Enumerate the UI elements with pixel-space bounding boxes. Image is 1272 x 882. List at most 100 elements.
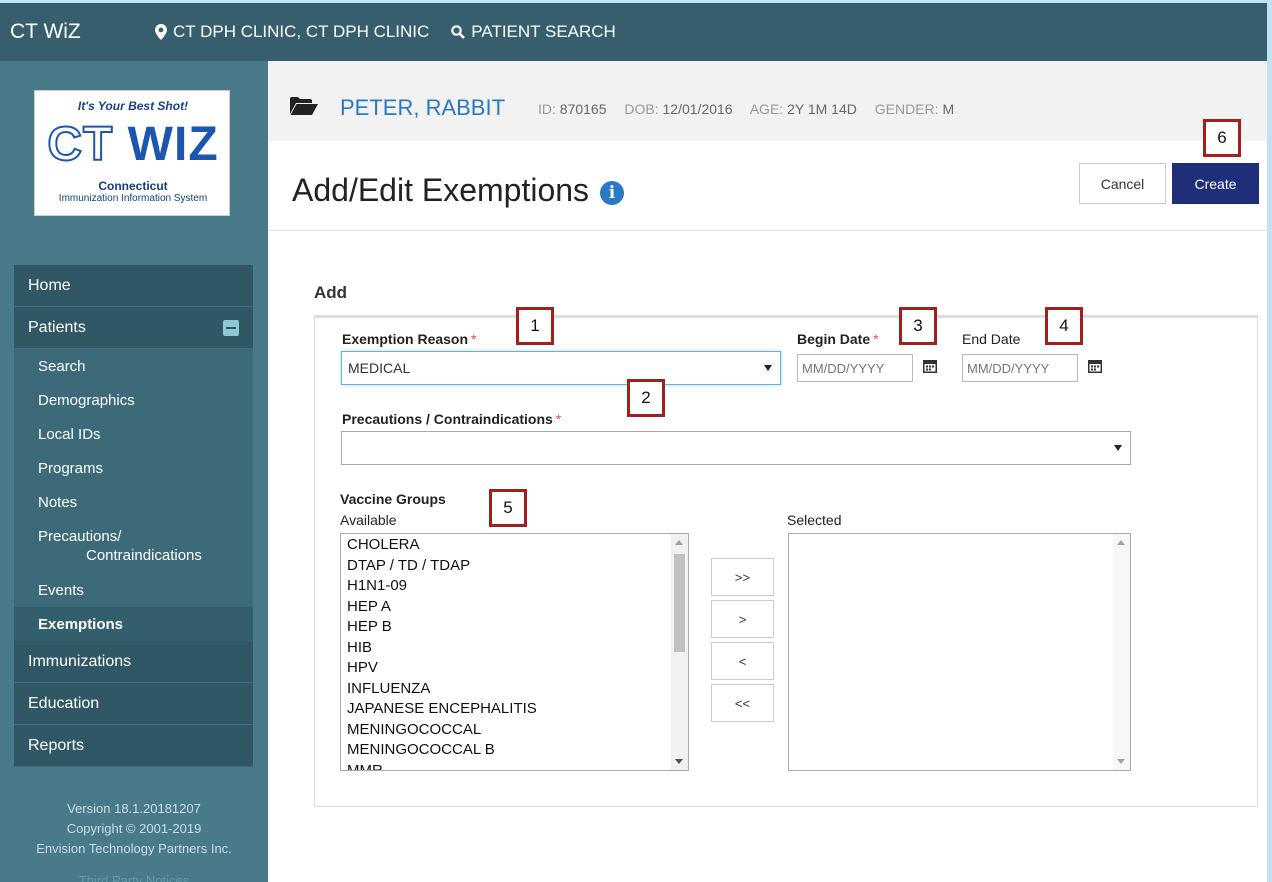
patient-age-label: AGE: — [749, 101, 784, 117]
copyright: Copyright © 2001-2019 — [66, 821, 202, 836]
map-marker-icon — [155, 24, 167, 40]
sidebar-item-label: Patients — [28, 318, 86, 336]
sidebar-item-search[interactable]: Search — [14, 349, 253, 383]
sidebar-item-notes[interactable]: Notes — [14, 485, 253, 519]
sidebar-item-label: Precautions/ — [38, 528, 122, 545]
scroll-down-icon[interactable] — [675, 759, 683, 764]
patient-meta: ID: 870165 DOB: 12/01/2016 AGE: 2Y 1M 14… — [538, 101, 968, 117]
list-item[interactable]: CHOLERA — [347, 535, 537, 556]
selected-vaccines-list[interactable] — [788, 533, 1131, 771]
sidebar: It's Your Best Shot! CT WIZ Connecticut … — [0, 61, 268, 882]
patient-id-label: ID: — [538, 101, 556, 117]
scroll-up-icon[interactable] — [1117, 540, 1125, 545]
app-brand[interactable]: CT WiZ — [10, 20, 155, 44]
available-scrollbar[interactable] — [671, 534, 688, 770]
clinic-name: CT DPH CLINIC, CT DPH CLINIC — [173, 22, 430, 41]
sidebar-item-local-ids[interactable]: Local IDs — [14, 417, 253, 451]
precautions-select[interactable] — [341, 431, 1131, 465]
scroll-thumb[interactable] — [674, 554, 685, 652]
list-item[interactable]: INFLUENZA — [347, 679, 537, 700]
precautions-label: Precautions / Contraindications * — [342, 411, 562, 427]
third-party-link[interactable]: Third Party Notices — [0, 873, 268, 882]
begin-date-input[interactable] — [797, 354, 913, 382]
page-title: Add/Edit Exemptions i — [292, 172, 624, 209]
list-item[interactable]: MENINGOCOCCAL — [347, 720, 537, 741]
callout-3: 3 — [899, 307, 937, 345]
list-item[interactable]: HIB — [347, 638, 537, 659]
chevron-down-icon — [1114, 445, 1122, 451]
list-item[interactable]: MENINGOCOCCAL B — [347, 740, 537, 761]
sidebar-item-label: Contraindications — [86, 547, 202, 564]
patient-age: 2Y 1M 14D — [787, 101, 857, 117]
available-label: Available — [340, 512, 397, 528]
logo-system: Immunization Information System — [58, 193, 208, 204]
patient-header: PETER, RABBIT ID: 870165 DOB: 12/01/2016… — [268, 61, 1267, 141]
move-all-right-button[interactable]: >> — [711, 558, 774, 596]
end-date-input[interactable] — [962, 354, 1078, 382]
sidebar-item-exemptions[interactable]: Exemptions — [14, 607, 253, 641]
move-left-button[interactable]: < — [711, 642, 774, 680]
available-vaccines-list[interactable]: CHOLERA DTAP / TD / TDAP H1N1-09 HEP A H… — [340, 533, 689, 771]
sidebar-item-programs[interactable]: Programs — [14, 451, 253, 485]
patient-search-label: PATIENT SEARCH — [471, 22, 616, 41]
scroll-down-icon[interactable] — [1117, 759, 1125, 764]
move-right-button[interactable]: > — [711, 600, 774, 638]
sidebar-item-home[interactable]: Home — [14, 265, 253, 307]
clinic-selector[interactable]: CT DPH CLINIC, CT DPH CLINIC — [155, 22, 429, 42]
patient-id: 870165 — [559, 101, 607, 117]
company-name: Envision Technology Partners Inc. — [36, 841, 232, 856]
header-divider — [268, 230, 1267, 231]
patient-dob: 12/01/2016 — [662, 101, 733, 117]
logo-state: Connecticut — [98, 179, 168, 193]
exemption-reason-label: Exemption Reason * — [342, 331, 477, 347]
sidebar-item-precautions[interactable]: Precautions/ Contraindications — [14, 519, 253, 573]
scroll-up-icon[interactable] — [675, 540, 683, 545]
patient-gender-label: GENDER: — [874, 101, 939, 117]
callout-5: 5 — [489, 489, 527, 527]
list-item[interactable]: JAPANESE ENCEPHALITIS — [347, 699, 537, 720]
exemption-reason-select[interactable]: MEDICAL — [341, 351, 781, 385]
calendar-icon[interactable] — [1088, 360, 1102, 373]
callout-2: 2 — [627, 379, 665, 417]
cancel-button[interactable]: Cancel — [1079, 163, 1166, 204]
vaccine-groups-label: Vaccine Groups — [340, 491, 446, 507]
version-info: Version 18.1.20181207 Copyright © 2001-2… — [0, 799, 268, 859]
callout-4: 4 — [1045, 307, 1083, 345]
list-item[interactable]: H1N1-09 — [347, 576, 537, 597]
callout-6: 6 — [1203, 119, 1241, 157]
ct-wiz-logo: It's Your Best Shot! CT WIZ Connecticut … — [34, 90, 230, 216]
chevron-down-icon — [764, 365, 772, 371]
list-item[interactable]: HPV — [347, 658, 537, 679]
collapse-icon[interactable] — [223, 320, 239, 336]
sidebar-item-demographics[interactable]: Demographics — [14, 383, 253, 417]
window-frame-right — [1267, 0, 1272, 882]
sidebar-item-immunizations[interactable]: Immunizations — [14, 641, 253, 683]
top-bar: CT WiZ CT DPH CLINIC, CT DPH CLINIC PATI… — [0, 3, 1267, 61]
list-item[interactable]: HEP B — [347, 617, 537, 638]
version-number: Version 18.1.20181207 — [67, 801, 201, 816]
selected-scrollbar[interactable] — [1113, 534, 1130, 770]
sidebar-item-events[interactable]: Events — [14, 573, 253, 607]
search-icon — [451, 25, 466, 39]
folder-open-icon — [290, 97, 318, 115]
patients-submenu: Search Demographics Local IDs Programs N… — [14, 349, 253, 641]
list-item[interactable]: MMR — [347, 761, 537, 771]
exemption-reason-value: MEDICAL — [348, 360, 411, 376]
list-item[interactable]: HEP A — [347, 597, 537, 618]
logo-wordmark: CT WIZ — [46, 117, 219, 172]
create-button[interactable]: Create — [1172, 163, 1259, 204]
move-all-left-button[interactable]: << — [711, 684, 774, 722]
sidebar-item-patients[interactable]: Patients — [14, 307, 253, 349]
list-item[interactable]: DTAP / TD / TDAP — [347, 556, 537, 577]
callout-1: 1 — [516, 307, 554, 345]
sidebar-item-education[interactable]: Education — [14, 683, 253, 725]
patient-search-link[interactable]: PATIENT SEARCH — [451, 22, 616, 42]
page-title-text: Add/Edit Exemptions — [292, 172, 590, 208]
info-icon[interactable]: i — [599, 180, 624, 205]
patient-gender: M — [942, 101, 955, 117]
available-items: CHOLERA DTAP / TD / TDAP H1N1-09 HEP A H… — [347, 535, 537, 771]
selected-label: Selected — [787, 512, 842, 528]
sidebar-item-reports[interactable]: Reports — [14, 725, 253, 767]
calendar-icon[interactable] — [923, 360, 937, 373]
section-title: Add — [314, 283, 348, 302]
